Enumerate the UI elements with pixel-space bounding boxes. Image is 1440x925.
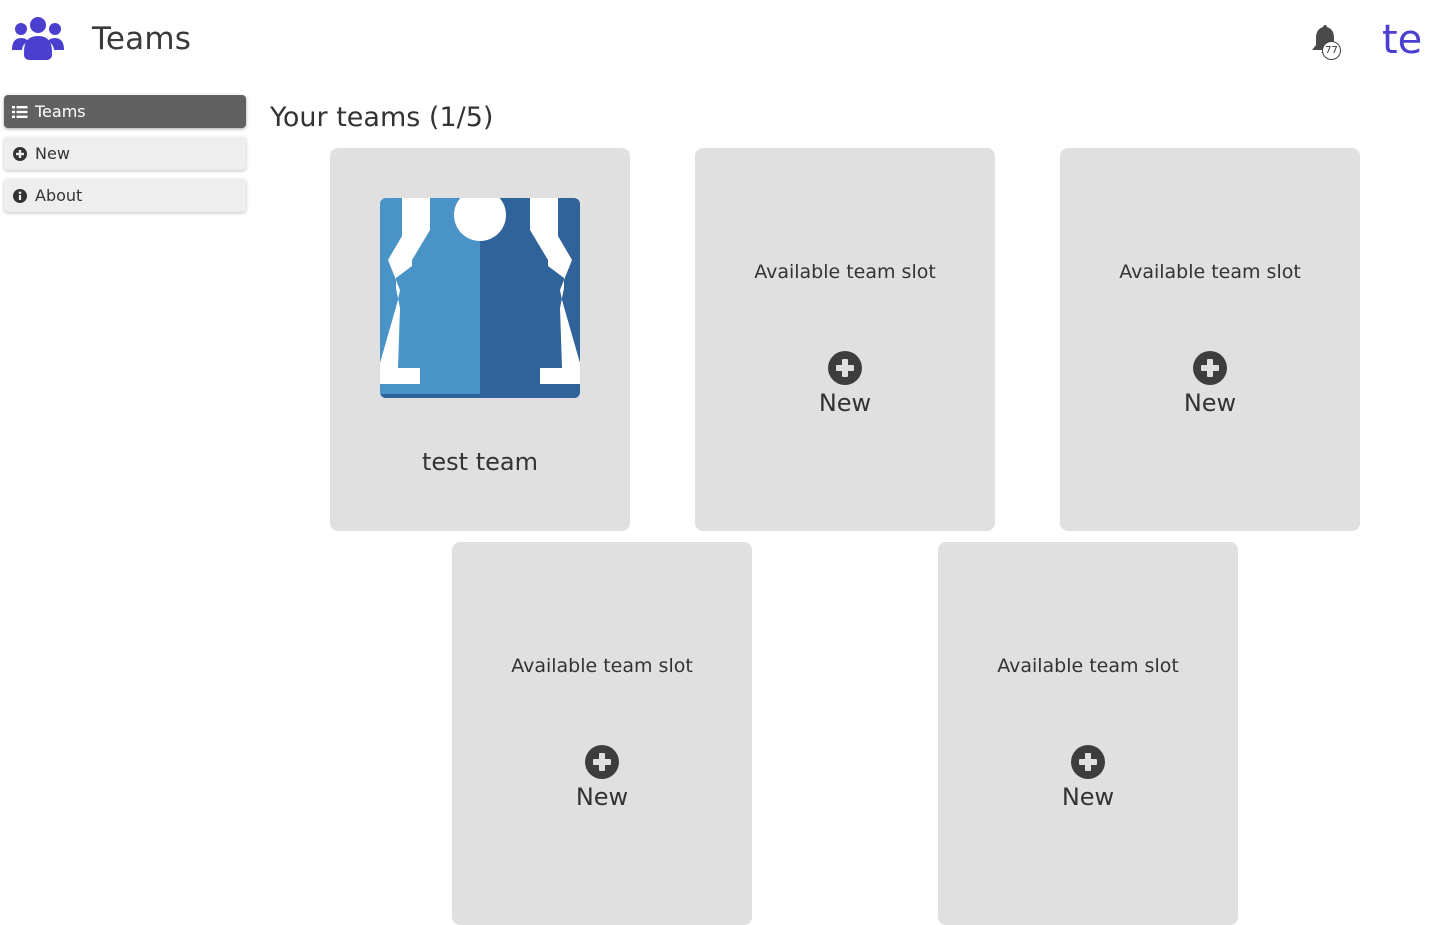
app-title: Teams bbox=[92, 21, 192, 57]
slot-text: Available team slot bbox=[997, 655, 1179, 677]
available-slot-card[interactable]: Available team slot New bbox=[695, 148, 995, 531]
sidebar-item-about[interactable]: About bbox=[4, 179, 246, 212]
new-team-label: New bbox=[575, 783, 629, 811]
sidebar-item-label: Teams bbox=[35, 102, 86, 121]
plus-circle-icon bbox=[1071, 745, 1105, 779]
list-icon bbox=[12, 104, 28, 120]
team-logo bbox=[380, 198, 580, 398]
sidebar-item-teams[interactable]: Teams bbox=[4, 95, 246, 128]
team-name: test team bbox=[422, 448, 538, 476]
available-slot-card[interactable]: Available team slot New bbox=[1060, 148, 1360, 531]
notifications-button[interactable]: 77 bbox=[1306, 22, 1346, 62]
slot-text: Available team slot bbox=[511, 655, 693, 677]
plus-circle-icon bbox=[828, 351, 862, 385]
available-slot-card[interactable]: Available team slot New bbox=[452, 542, 752, 925]
plus-circle-icon bbox=[12, 146, 28, 162]
new-team-label: New bbox=[818, 389, 872, 417]
available-slot-card[interactable]: Available team slot New bbox=[938, 542, 1238, 925]
user-avatar[interactable]: te bbox=[1382, 14, 1422, 66]
notification-count-badge: 77 bbox=[1322, 41, 1341, 60]
page-title: Your teams (1/5) bbox=[270, 102, 494, 133]
info-circle-icon bbox=[12, 188, 28, 204]
plus-circle-icon bbox=[1193, 351, 1227, 385]
app-header: Teams 77 te bbox=[0, 0, 1440, 80]
sidebar-item-label: About bbox=[35, 186, 83, 205]
slot-text: Available team slot bbox=[754, 261, 936, 283]
new-team-label: New bbox=[1061, 783, 1115, 811]
sidebar-item-new[interactable]: New bbox=[4, 137, 246, 170]
sidebar-item-label: New bbox=[35, 144, 70, 163]
team-card[interactable]: test team bbox=[330, 148, 630, 531]
new-team-label: New bbox=[1183, 389, 1237, 417]
plus-circle-icon bbox=[585, 745, 619, 779]
sidebar: Teams New About bbox=[4, 95, 246, 221]
users-group-icon bbox=[12, 17, 64, 60]
slot-text: Available team slot bbox=[1119, 261, 1301, 283]
